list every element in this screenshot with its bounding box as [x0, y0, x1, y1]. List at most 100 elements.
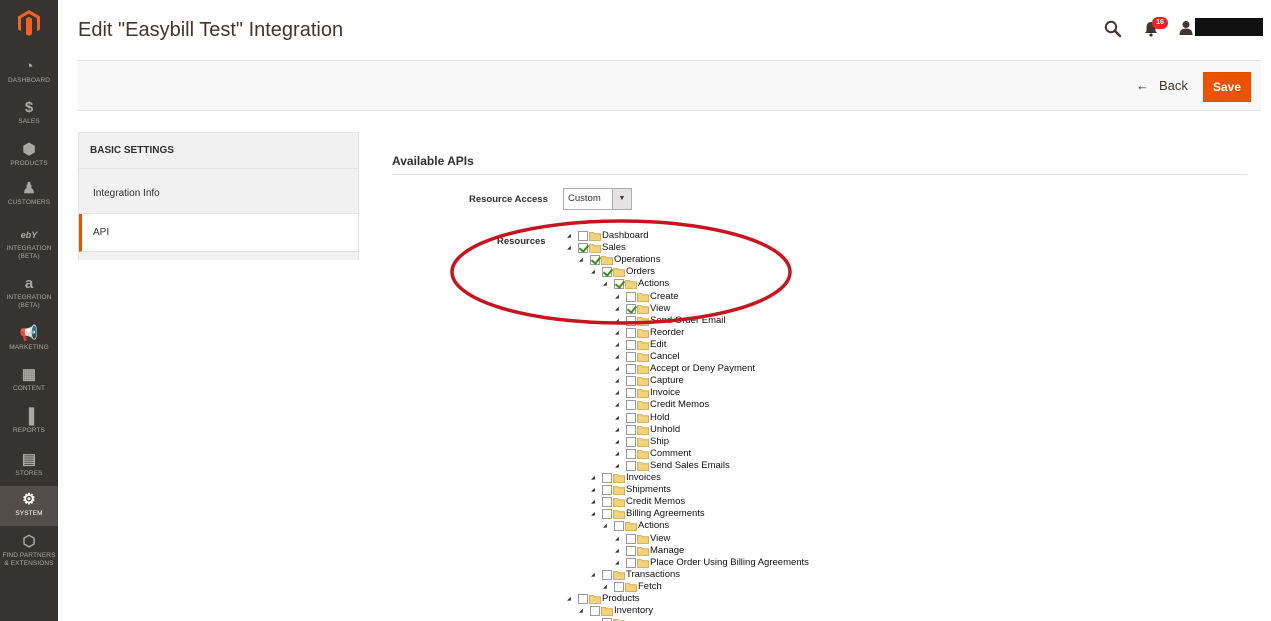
tree-toggle-icon[interactable]: ◢: [615, 351, 621, 363]
tree-node[interactable]: ◢ Invoices: [591, 472, 661, 484]
tree-node[interactable]: ◢ Credit Memos: [591, 496, 685, 508]
tree-toggle-icon[interactable]: ◢: [591, 484, 597, 496]
tree-node[interactable]: ◢ Ship: [615, 436, 669, 448]
tree-node[interactable]: ◢ Capture: [615, 375, 684, 387]
tree-toggle-icon[interactable]: ◢: [615, 387, 621, 399]
tree-toggle-icon[interactable]: ◢: [615, 557, 621, 569]
tree-checkbox[interactable]: [614, 582, 624, 592]
tree-toggle-icon[interactable]: ◢: [603, 520, 609, 532]
tree-toggle-icon[interactable]: ◢: [615, 424, 621, 436]
tree-checkbox[interactable]: [602, 485, 612, 495]
nav-item-content[interactable]: ▦ CONTENT: [0, 366, 58, 404]
tree-checkbox[interactable]: [626, 437, 636, 447]
tree-toggle-icon[interactable]: ◢: [567, 593, 573, 605]
user-icon[interactable]: [1179, 20, 1193, 36]
tree-node[interactable]: ◢ Edit: [615, 339, 666, 351]
tree-node[interactable]: ◢ Invoice: [615, 387, 680, 399]
tree-node[interactable]: ◢ Cancel: [615, 351, 680, 363]
tree-node[interactable]: ◢ Fetch: [603, 581, 662, 593]
tabs-footer: [79, 252, 358, 260]
tree-node[interactable]: ◢ Reorder: [615, 327, 684, 339]
tree-checkbox[interactable]: [626, 352, 636, 362]
tree-node[interactable]: ◢ Actions: [603, 520, 669, 532]
tree-node[interactable]: ◢ Manage: [615, 545, 684, 557]
tree-checkbox[interactable]: [590, 606, 600, 616]
tree-node[interactable]: ◢ Shipments: [591, 484, 671, 496]
nav-item-marketing[interactable]: 📢 MARKETING: [0, 325, 58, 363]
tree-toggle-icon[interactable]: ◢: [615, 399, 621, 411]
tree-checkbox[interactable]: [626, 400, 636, 410]
tree-toggle-icon[interactable]: ◢: [615, 412, 621, 424]
tree-toggle-icon[interactable]: ◢: [579, 605, 585, 617]
tree-node[interactable]: ◢ Send Sales Emails: [615, 460, 730, 472]
search-icon[interactable]: [1104, 20, 1122, 38]
tree-toggle-icon[interactable]: ◢: [591, 472, 597, 484]
tree-toggle-icon[interactable]: ◢: [615, 436, 621, 448]
magento-logo[interactable]: [0, 0, 58, 46]
tab-api[interactable]: API: [79, 214, 358, 252]
nav-item-stores[interactable]: ▤ STORES: [0, 451, 58, 489]
tree-toggle-icon[interactable]: ◢: [591, 496, 597, 508]
back-button[interactable]: ← Back: [1136, 78, 1188, 93]
tree-toggle-icon[interactable]: ◢: [615, 339, 621, 351]
tree-checkbox[interactable]: [626, 558, 636, 568]
nav-item-sales[interactable]: $ SALES: [0, 99, 58, 137]
tree-node[interactable]: ◢ Billing Agreements: [591, 508, 705, 520]
tree-checkbox[interactable]: [626, 388, 636, 398]
tree-toggle-icon[interactable]: ◢: [591, 617, 597, 621]
tree-node[interactable]: ◢ View: [615, 533, 670, 545]
tree-checkbox[interactable]: [626, 425, 636, 435]
tree-toggle-icon[interactable]: ◢: [603, 581, 609, 593]
nav-item-dashboard[interactable]: ◔ DASHBOARD: [0, 58, 58, 96]
nav-item-reports[interactable]: ▐ REPORTS: [0, 408, 58, 446]
tree-node[interactable]: ◢ Inventory: [579, 605, 653, 617]
nav-item-customers[interactable]: ♟ CUSTOMERS: [0, 180, 58, 218]
tree-toggle-icon[interactable]: ◢: [615, 327, 621, 339]
tree-node[interactable]: ◢ Accept or Deny Payment: [615, 363, 755, 375]
tree-checkbox[interactable]: [626, 534, 636, 544]
nav-item-find-partners-extensions[interactable]: ⬡ FIND PARTNERS & EXTENSIONS: [0, 533, 58, 571]
tree-checkbox[interactable]: [614, 521, 624, 531]
tree-node[interactable]: ◢ Transactions: [591, 569, 680, 581]
tree-node[interactable]: ◢ Credit Memos: [615, 399, 709, 411]
tree-checkbox[interactable]: [626, 328, 636, 338]
nav-item-label: DASHBOARD: [7, 77, 51, 84]
nav-item-integration-beta[interactable]: ebY INTEGRATION (BETA): [0, 226, 58, 264]
tree-toggle-icon[interactable]: ◢: [615, 533, 621, 545]
resource-access-select[interactable]: Custom ▼: [563, 188, 632, 210]
tree-toggle-icon[interactable]: ◢: [615, 363, 621, 375]
save-button[interactable]: Save: [1203, 72, 1251, 102]
tree-toggle-icon[interactable]: ◢: [615, 375, 621, 387]
tree-toggle-icon[interactable]: ◢: [615, 460, 621, 472]
tree-node[interactable]: ◢: [591, 617, 626, 621]
tree-checkbox[interactable]: [602, 509, 612, 519]
tree-checkbox[interactable]: [626, 340, 636, 350]
tree-node[interactable]: ◢ Comment: [615, 448, 691, 460]
user-name-redacted[interactable]: [1195, 18, 1263, 36]
tree-node[interactable]: ◢ Products: [567, 593, 640, 605]
nav-item-system[interactable]: ⚙ SYSTEM: [0, 486, 58, 526]
tree-node[interactable]: ◢ Place Order Using Billing Agreements: [615, 557, 809, 569]
tree-checkbox[interactable]: [626, 461, 636, 471]
tree-toggle-icon[interactable]: ◢: [615, 545, 621, 557]
tree-checkbox[interactable]: [602, 570, 612, 580]
nav-item-label: INTEGRATION (BETA): [6, 294, 52, 309]
tree-checkbox[interactable]: [626, 376, 636, 386]
tree-checkbox[interactable]: [578, 594, 588, 604]
tree-checkbox[interactable]: [626, 449, 636, 459]
tree-checkbox[interactable]: [602, 473, 612, 483]
tree-checkbox[interactable]: [626, 413, 636, 423]
nav-item-products[interactable]: ⬢ PRODUCTS: [0, 141, 58, 179]
tree-node[interactable]: ◢ Hold: [615, 412, 670, 424]
folder-icon: [637, 438, 649, 447]
tree-checkbox[interactable]: [602, 497, 612, 507]
nav-item-integration-beta[interactable]: a INTEGRATION (BETA): [0, 275, 58, 313]
tree-checkbox[interactable]: [626, 364, 636, 374]
tree-toggle-icon[interactable]: ◢: [591, 508, 597, 520]
tree-toggle-icon[interactable]: ◢: [591, 569, 597, 581]
tree-node[interactable]: ◢ Unhold: [615, 424, 680, 436]
chevron-down-icon[interactable]: ▼: [612, 189, 631, 209]
tab-integration-info[interactable]: Integration Info: [79, 169, 358, 214]
tree-toggle-icon[interactable]: ◢: [615, 448, 621, 460]
tree-checkbox[interactable]: [626, 546, 636, 556]
